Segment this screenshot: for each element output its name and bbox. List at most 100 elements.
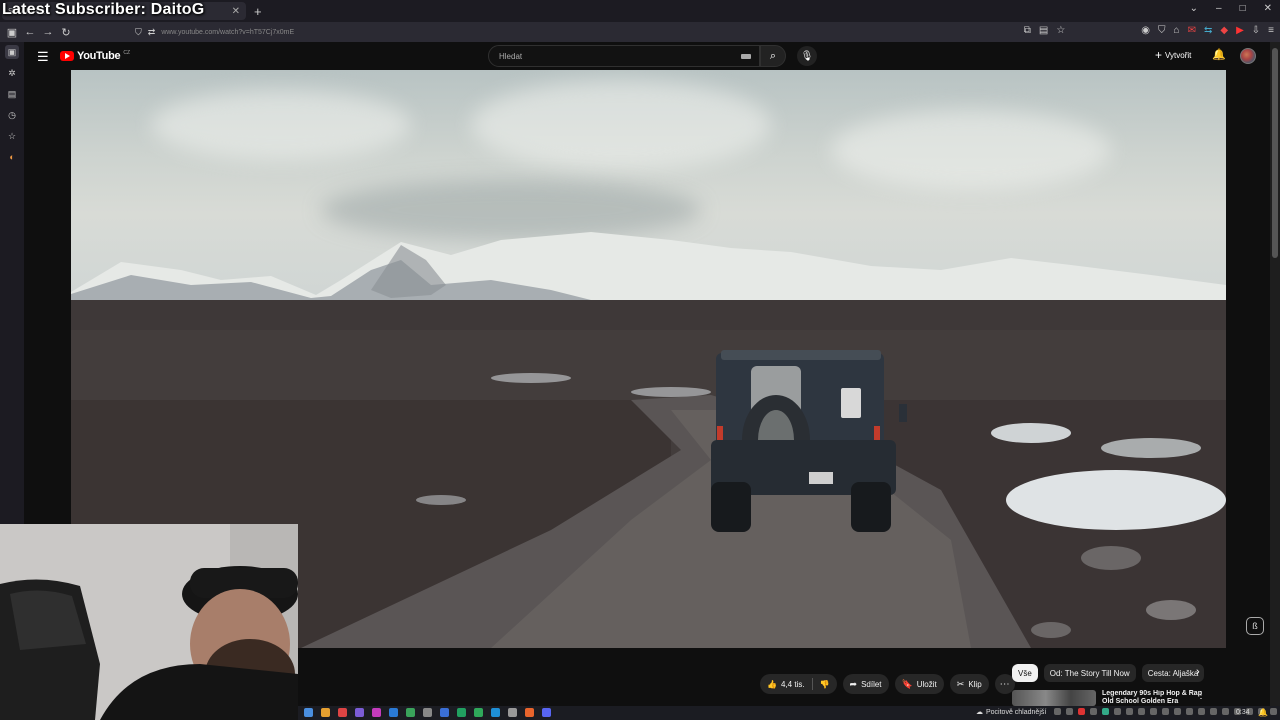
search-input[interactable]: Hledat [488, 45, 760, 67]
pocket-icon[interactable]: ◆ [1220, 25, 1228, 36]
taskbar-app-icon[interactable] [372, 708, 381, 717]
chevron-down-icon[interactable]: ⌄ [1190, 3, 1198, 14]
avatar[interactable] [1240, 48, 1256, 64]
close-window-icon[interactable]: ✕ [1264, 3, 1272, 14]
tray-icon[interactable] [1150, 708, 1157, 715]
search-placeholder: Hledat [499, 51, 523, 61]
taskbar-app-icon[interactable] [389, 708, 398, 717]
taskbar-clock[interactable]: 0:34 [1236, 709, 1250, 716]
player-watermark-icon[interactable]: ß [1246, 617, 1264, 635]
taskbar-app-icon[interactable] [474, 708, 483, 717]
back-icon[interactable]: ← [21, 26, 39, 38]
create-button[interactable]: + Vytvořit [1155, 48, 1191, 62]
recommended-thumbnail[interactable] [1012, 690, 1096, 706]
close-tab-icon[interactable]: ✕ [232, 6, 240, 17]
history-icon[interactable]: ◷ [5, 108, 19, 122]
taskbar-apps [304, 708, 551, 717]
taskbar-app-icon[interactable] [355, 708, 364, 717]
sidebar-toggle-icon[interactable]: ▣ [3, 26, 21, 39]
recommended-video[interactable]: Legendary 90s Hip Hop & Rap Old School G… [1012, 690, 1268, 706]
tray-icon[interactable] [1090, 708, 1097, 715]
taskbar-app-icon[interactable] [491, 708, 500, 717]
like-button[interactable]: 👍 4,4 tis. [760, 674, 812, 694]
tray-icon[interactable] [1126, 708, 1133, 715]
colorful-extension-icon[interactable]: ◐ [5, 150, 19, 164]
tray-icon[interactable] [1102, 708, 1109, 715]
start-icon[interactable] [304, 708, 313, 717]
thumbs-up-icon: 👍 [767, 679, 777, 689]
weather-text: Pocitově chladnější [986, 708, 1047, 716]
save-button[interactable]: 🔖 Uložit [894, 674, 944, 694]
download-icon[interactable]: ⇩ [1252, 25, 1260, 36]
home-icon[interactable]: ⌂ [1174, 25, 1180, 36]
extensions-icon[interactable]: ✲ [5, 66, 19, 80]
chevron-right-icon[interactable]: › [1196, 666, 1200, 678]
picture-in-picture-icon[interactable]: ⧉ [1024, 25, 1031, 36]
forward-icon[interactable]: → [39, 26, 57, 38]
pocket-sidebar-icon[interactable]: ▤ [5, 87, 19, 101]
tray-icon[interactable] [1162, 708, 1169, 715]
permissions-icon[interactable]: ⇄ [148, 27, 156, 38]
chip-topic[interactable]: Cesta: Aljaška [1141, 664, 1205, 682]
sidebar-panel-icon[interactable]: ▣ [5, 45, 19, 59]
clip-button[interactable]: ✂ Klip [949, 674, 989, 694]
save-label: Uložit [916, 679, 937, 689]
taskbar-app-icon[interactable] [440, 708, 449, 717]
tray-icon[interactable] [1186, 708, 1193, 715]
firefox-taskbar-icon[interactable] [525, 708, 534, 717]
scrollbar-thumb[interactable] [1272, 48, 1278, 258]
tray-icon[interactable] [1114, 708, 1121, 715]
shield-extension-icon[interactable]: ⛉ [1158, 25, 1166, 36]
taskbar-weather[interactable]: ☁ Pocitově chladnější [976, 708, 1047, 717]
bookmark-star-icon[interactable]: ☆ [1056, 25, 1065, 36]
tray-icon[interactable] [1054, 708, 1061, 715]
tray-icon[interactable] [1270, 708, 1277, 715]
taskbar-app-icon[interactable] [457, 708, 466, 717]
dislike-button[interactable]: 👎 [813, 674, 837, 694]
mail-extension-icon[interactable]: ✉ [1188, 25, 1196, 36]
webcam-feed [0, 524, 298, 720]
keyboard-icon[interactable] [741, 54, 751, 59]
taskbar-app-icon[interactable] [406, 708, 415, 717]
reader-icon[interactable]: ▤ [1039, 25, 1048, 36]
youtube-logo[interactable]: YouTube CZ [60, 50, 130, 62]
url-text: www.youtube.com/watch?v=hT57Cj7x0mE [161, 28, 295, 36]
reload-icon[interactable]: ↻ [57, 26, 75, 39]
taskbar-app-icon[interactable] [321, 708, 330, 717]
bookmarks-icon[interactable]: ☆ [5, 129, 19, 143]
notifications-bell-icon[interactable]: 🔔 [1212, 48, 1226, 61]
create-label: Vytvořit [1165, 50, 1192, 60]
tray-icon[interactable] [1174, 708, 1181, 715]
tray-icon[interactable] [1066, 708, 1073, 715]
tray-icon[interactable] [1222, 708, 1229, 715]
voice-search-button[interactable]: 🎙 [797, 46, 817, 66]
tray-icon[interactable] [1078, 708, 1085, 715]
recommended-title[interactable]: Legendary 90s Hip Hop & Rap Old School G… [1102, 690, 1202, 706]
more-vertical-icon[interactable]: ⋮ [1196, 690, 1206, 701]
menu-icon[interactable]: ≡ [1268, 25, 1274, 36]
taskbar-app-icon[interactable] [542, 708, 551, 717]
taskbar-app-icon[interactable] [508, 708, 517, 717]
tray-icon[interactable] [1138, 708, 1145, 715]
url-bar[interactable]: ⛉ ⇄ www.youtube.com/watch?v=hT57Cj7x0mE [135, 27, 294, 38]
plus-icon: + [1155, 48, 1163, 62]
search-button[interactable]: ⌕ [760, 45, 786, 67]
taskbar-app-icon[interactable] [423, 708, 432, 717]
browser-toolbar-icons: ⧉ ▤ ☆ ◉ ⛉ ⌂ ✉ ⇆ ◆ ▶ ⇩ ≡ [1024, 25, 1274, 36]
translate-icon[interactable]: ⇆ [1204, 25, 1212, 36]
extension-icon[interactable]: ◉ [1141, 25, 1150, 36]
tray-icon[interactable] [1210, 708, 1217, 715]
webcam-overlay [0, 524, 298, 720]
maximize-icon[interactable]: □ [1240, 3, 1246, 14]
youtube-extension-icon[interactable]: ▶ [1236, 25, 1244, 36]
taskbar-app-icon[interactable] [338, 708, 347, 717]
hamburger-menu-icon[interactable]: ☰ [37, 49, 49, 65]
chip-all[interactable]: Vše [1012, 664, 1038, 682]
page-scrollbar[interactable] [1270, 42, 1280, 706]
minimize-icon[interactable]: – [1216, 3, 1222, 14]
share-button[interactable]: ➦ Sdílet [842, 674, 889, 694]
tray-icon[interactable] [1198, 708, 1205, 715]
new-tab-icon[interactable]: + [254, 4, 262, 19]
chip-from-channel[interactable]: Od: The Story Till Now [1043, 664, 1136, 682]
notification-center-icon[interactable]: 🔔 [1258, 708, 1268, 717]
